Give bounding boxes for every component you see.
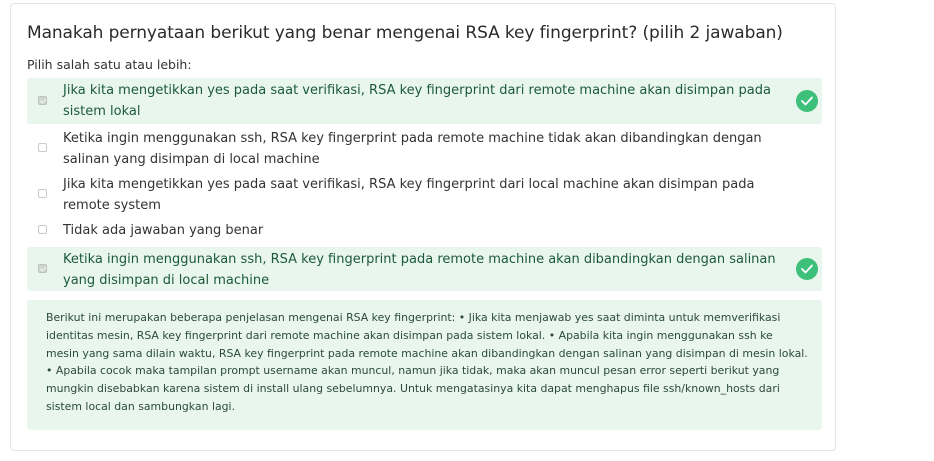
question-card: Manakah pernyataan berikut yang benar me… [10, 3, 836, 451]
option-2[interactable]: Ketika ingin menggunakan ssh, RSA key fi… [27, 126, 822, 170]
question-text: Manakah pernyataan berikut yang benar me… [27, 23, 783, 43]
correct-check-icon [796, 90, 818, 112]
feedback-explanation: Berikut ini merupakan beberapa penjelasa… [27, 300, 822, 430]
option-checkbox[interactable] [38, 264, 47, 273]
option-5[interactable]: Ketika ingin menggunakan ssh, RSA key fi… [27, 247, 822, 291]
answer-options: Jika kita mengetikkan yes pada saat veri… [27, 78, 822, 291]
option-3[interactable]: Jika kita mengetikkan yes pada saat veri… [27, 172, 822, 216]
option-checkbox[interactable] [38, 224, 47, 234]
option-label: Jika kita mengetikkan yes pada saat veri… [63, 177, 755, 213]
option-checkbox[interactable] [38, 189, 47, 198]
option-label: Ketika ingin menggunakan ssh, RSA key fi… [63, 252, 776, 288]
option-checkbox[interactable] [38, 143, 47, 152]
option-4[interactable]: Tidak ada jawaban yang benar [27, 218, 822, 241]
question-instruction: Pilih salah satu atau lebih: [27, 57, 192, 72]
option-checkbox[interactable] [38, 96, 47, 105]
option-label: Ketika ingin menggunakan ssh, RSA key fi… [63, 131, 762, 167]
correct-check-icon [796, 258, 818, 280]
option-label: Jika kita mengetikkan yes pada saat veri… [63, 83, 771, 119]
option-1[interactable]: Jika kita mengetikkan yes pada saat veri… [27, 78, 822, 124]
option-label: Tidak ada jawaban yang benar [63, 223, 264, 238]
